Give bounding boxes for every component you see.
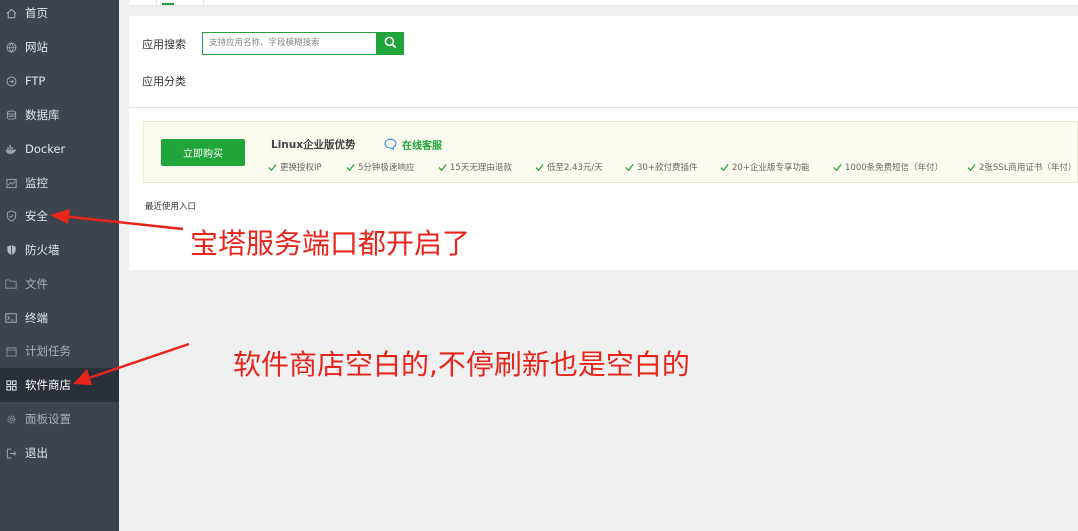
annotation-text-ports: 宝塔服务端口都开启了 [190,227,471,260]
search-input[interactable]: 支持应用名称、字段模糊搜索 [202,32,376,55]
search-button[interactable] [376,32,404,55]
docker-icon [5,143,17,155]
annotation-text-store-blank: 软件商店空白的,不停刷新也是空白的 [233,348,690,381]
sidebar-item-label: 终端 [25,311,48,325]
sidebar-item-label: 退出 [25,446,48,460]
sidebar-item-docker[interactable]: Docker [0,132,119,166]
sidebar: 首页 网站 FTP 数据库 Docker 监控 安全 防火墙 文件 终端 计划任… [0,0,119,531]
sidebar-item-firewall[interactable]: 防火墙 [0,233,119,267]
feature-item: 5分钟极速响应 [346,161,414,173]
sidebar-item-terminal[interactable]: 终端 [0,301,119,335]
sidebar-item-label: 文件 [25,277,48,291]
feature-item: 20+企业版专享功能 [720,161,809,173]
home-icon [5,7,17,19]
top-tab-card [129,0,1078,6]
check-icon [967,163,976,171]
feature-label: 1000条免费短信（年付） [845,163,944,173]
sidebar-item-label: 计划任务 [25,344,71,358]
sidebar-item-home[interactable]: 首页 [0,0,119,30]
grid-icon [5,379,17,391]
sidebar-item-label: 首页 [25,6,48,20]
sidebar-item-label: Docker [25,142,66,156]
feature-item: 更换授权IP [268,161,322,173]
gear-icon [5,413,17,425]
feature-label: 更换授权IP [280,163,322,173]
feature-item: 1000条免费短信（年付） [833,161,943,173]
terminal-icon [5,312,17,324]
feature-label: 30+款付费插件 [637,163,698,173]
check-icon [268,163,277,171]
sidebar-item-app-store[interactable]: 软件商店 [0,368,119,402]
feature-item: 2张SSL商用证书（年付） [967,161,1076,173]
sidebar-item-files[interactable]: 文件 [0,267,119,301]
sidebar-item-security[interactable]: 安全 [0,199,119,233]
database-icon [5,109,17,121]
sidebar-item-monitor[interactable]: 监控 [0,166,119,200]
recent-entries-label: 最近使用入口 [145,202,197,212]
firewall-icon [5,244,17,256]
feature-label: 20+企业版专享功能 [732,163,810,173]
search-label: 应用搜索 [142,38,186,51]
category-label: 应用分类 [142,75,186,88]
check-icon [833,163,842,171]
sidebar-item-database[interactable]: 数据库 [0,98,119,132]
check-icon [438,163,447,171]
check-icon [346,163,355,171]
check-icon [625,163,634,171]
sidebar-item-label: 面板设置 [25,412,71,426]
online-service-link[interactable]: 在线客服 [402,137,442,152]
sidebar-item-label: FTP [25,74,46,88]
feature-label: 低至2.43元/天 [547,163,603,173]
sidebar-item-label: 防火墙 [25,243,60,257]
feature-item: 15天无理由退款 [438,161,512,173]
logout-icon [5,447,17,459]
enterprise-promo-banner: 立即购买 Linux企业版优势 在线客服 更换授权IP 5分钟极速响应 15天无… [143,121,1078,183]
monitor-icon [5,177,17,189]
buy-now-button[interactable]: 立即购买 [161,139,245,166]
sidebar-item-label: 监控 [25,176,48,190]
divider [129,107,1078,108]
sidebar-item-label: 数据库 [25,108,60,122]
check-icon [535,163,544,171]
sidebar-item-settings[interactable]: 面板设置 [0,402,119,436]
sidebar-item-website[interactable]: 网站 [0,30,119,64]
sidebar-item-ftp[interactable]: FTP [0,64,119,98]
ftp-icon [5,75,17,87]
sidebar-item-label: 安全 [25,209,48,223]
search-icon [384,34,397,53]
promo-title: Linux企业版优势 [271,139,356,151]
calendar-icon [5,345,17,357]
sidebar-item-label: 网站 [25,40,48,54]
sidebar-item-cron[interactable]: 计划任务 [0,334,119,368]
sidebar-item-logout[interactable]: 退出 [0,436,119,470]
feature-item: 低至2.43元/天 [535,161,603,173]
feature-label: 15天无理由退款 [450,163,512,173]
feature-label: 2张SSL商用证书（年付） [979,163,1077,173]
globe-icon [5,41,17,53]
feature-item: 30+款付费插件 [625,161,697,173]
sidebar-item-label: 软件商店 [25,378,71,392]
shield-icon [5,210,17,222]
folder-icon [5,278,17,290]
chat-bubble-icon [384,138,397,150]
check-icon [720,163,729,171]
feature-label: 5分钟极速响应 [358,163,415,173]
active-tab-indicator [162,3,174,5]
